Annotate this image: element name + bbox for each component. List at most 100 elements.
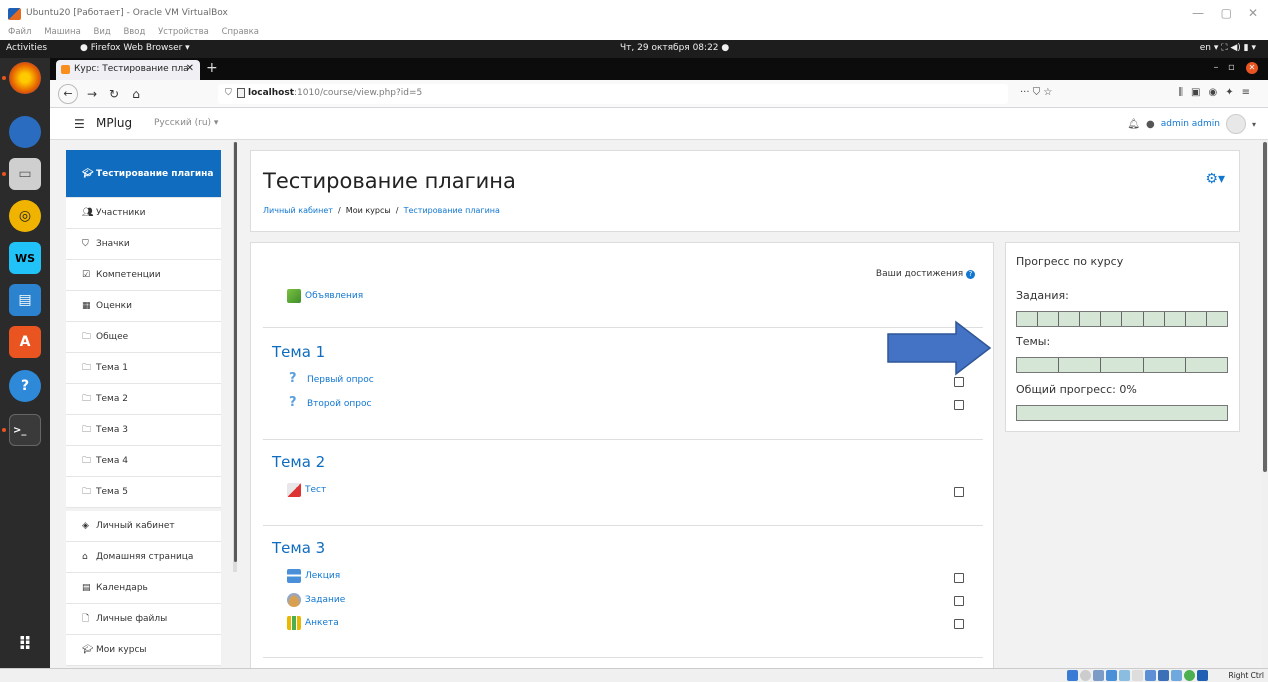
chevron-down-icon[interactable]: ▾ bbox=[1252, 120, 1256, 129]
progress-segment[interactable] bbox=[1186, 358, 1227, 372]
reload-icon[interactable]: ↻ bbox=[104, 84, 124, 104]
files-icon[interactable]: ▭ bbox=[9, 158, 41, 190]
activities-button[interactable]: Activities bbox=[6, 43, 47, 53]
mouse-integration-icon[interactable] bbox=[1184, 670, 1195, 681]
sidebar-item[interactable]: 🎓︎ Тестирование плагина bbox=[66, 150, 221, 198]
user-name[interactable]: admin admin bbox=[1161, 119, 1220, 129]
sidebar-item[interactable]: 🗀 Тема 3 bbox=[66, 415, 221, 446]
back-icon[interactable]: ← bbox=[58, 84, 78, 104]
sidebar-item[interactable]: 🗀 Общее bbox=[66, 322, 221, 353]
cpu-icon[interactable] bbox=[1171, 670, 1182, 681]
close-tab-icon[interactable]: ✕ bbox=[186, 63, 194, 74]
activity-item[interactable]: Тест bbox=[287, 483, 326, 497]
drawer-scrollbar-thumb[interactable] bbox=[234, 142, 237, 562]
help-icon[interactable]: ? bbox=[966, 270, 975, 279]
extension-icon[interactable]: ✦ bbox=[1225, 87, 1241, 98]
sidebar-item[interactable]: ⛉ Значки bbox=[66, 229, 221, 260]
sidebar-item[interactable]: 🗀 Тема 2 bbox=[66, 384, 221, 415]
progress-segment[interactable] bbox=[1080, 312, 1102, 326]
close-icon[interactable]: ✕ bbox=[1248, 6, 1258, 20]
activity-item[interactable]: Задание bbox=[287, 593, 345, 607]
progress-segment[interactable] bbox=[1059, 312, 1081, 326]
audio-icon[interactable] bbox=[1093, 670, 1104, 681]
completion-checkbox[interactable] bbox=[954, 573, 964, 583]
activity-item[interactable]: ? Первый опрос bbox=[289, 372, 374, 387]
account-icon[interactable]: ◉ bbox=[1208, 87, 1225, 98]
recording-icon[interactable] bbox=[1158, 670, 1169, 681]
thunderbird-icon[interactable] bbox=[9, 116, 41, 148]
completion-checkbox[interactable] bbox=[954, 619, 964, 629]
messages-icon[interactable]: ● bbox=[1146, 119, 1155, 130]
activity-item[interactable]: ? Второй опрос bbox=[289, 396, 371, 411]
vbox-menu-view[interactable]: Вид bbox=[94, 27, 111, 37]
achievements-link[interactable]: Ваши достижения ? bbox=[876, 269, 975, 279]
progress-segment[interactable] bbox=[1059, 358, 1102, 372]
writer-icon[interactable]: ▤ bbox=[9, 284, 41, 316]
completion-checkbox[interactable] bbox=[954, 377, 964, 387]
completion-checkbox[interactable] bbox=[954, 487, 964, 497]
progress-segment[interactable] bbox=[1144, 312, 1165, 326]
progress-segment[interactable] bbox=[1122, 312, 1144, 326]
section-title[interactable]: Тема 3 bbox=[272, 539, 325, 557]
sidebar-item[interactable]: ◈ Личный кабинет bbox=[66, 511, 221, 542]
activity-announcements[interactable]: Объявления bbox=[287, 289, 363, 303]
progress-segment[interactable] bbox=[1017, 358, 1060, 372]
sidebar-item[interactable]: ▦ Оценки bbox=[66, 291, 221, 322]
completion-checkbox[interactable] bbox=[954, 596, 964, 606]
progress-segment[interactable] bbox=[1186, 312, 1207, 326]
close-window-icon[interactable]: ✕ bbox=[1246, 62, 1258, 74]
restore-icon[interactable]: ▫ bbox=[1228, 62, 1235, 73]
sidebar-item[interactable]: 🗋 Личные файлы bbox=[66, 604, 221, 635]
site-brand[interactable]: MPlug bbox=[96, 116, 132, 130]
page-info-icon[interactable] bbox=[237, 88, 245, 98]
webstorm-icon[interactable]: WS bbox=[9, 242, 41, 274]
page-scrollbar[interactable] bbox=[1262, 140, 1268, 668]
progress-segment[interactable] bbox=[1038, 312, 1060, 326]
library-icon[interactable]: ⫼ bbox=[1178, 87, 1191, 98]
sidebar-item[interactable]: 🗀 Тема 4 bbox=[66, 446, 221, 477]
tab-course[interactable]: Курс: Тестирование пла ✕ bbox=[56, 60, 200, 80]
drawer-toggle-icon[interactable]: ☰ bbox=[74, 117, 85, 131]
progress-segment[interactable] bbox=[1207, 312, 1227, 326]
minimize-icon[interactable]: – bbox=[1213, 62, 1218, 73]
language-menu[interactable]: Русский (ru) ▾ bbox=[154, 118, 218, 128]
breadcrumb-my-courses[interactable]: Мои курсы bbox=[346, 206, 391, 215]
vbox-menu-input[interactable]: Ввод bbox=[123, 27, 145, 37]
software-center-icon[interactable]: A bbox=[9, 326, 41, 358]
pocket-icon[interactable]: ⛉ bbox=[1033, 87, 1041, 98]
rhythmbox-icon[interactable]: ◎ bbox=[9, 200, 41, 232]
menu-icon[interactable]: ≡ bbox=[1242, 87, 1258, 98]
notifications-icon[interactable]: 🔔︎ bbox=[1127, 119, 1140, 130]
vbox-menu-file[interactable]: Файл bbox=[8, 27, 31, 37]
network-icon[interactable] bbox=[1106, 670, 1117, 681]
keyboard-capture-icon[interactable] bbox=[1197, 670, 1208, 681]
bookmark-star-icon[interactable]: ☆ bbox=[1043, 87, 1052, 98]
hdd-icon[interactable] bbox=[1067, 670, 1078, 681]
minimize-icon[interactable]: — bbox=[1192, 6, 1204, 20]
activity-item[interactable]: Лекция bbox=[287, 569, 340, 583]
terminal-icon[interactable]: >_ bbox=[9, 414, 41, 446]
activity-item[interactable]: Анкета bbox=[287, 616, 339, 630]
vbox-menu-devices[interactable]: Устройства bbox=[158, 27, 209, 37]
clock[interactable]: Чт, 29 октября 08:22 ● bbox=[620, 43, 729, 53]
progress-segment[interactable] bbox=[1144, 358, 1186, 372]
completion-checkbox[interactable] bbox=[954, 400, 964, 410]
section-title[interactable]: Тема 2 bbox=[272, 453, 325, 471]
sidebar-icon[interactable]: ▣ bbox=[1191, 87, 1208, 98]
display-icon[interactable] bbox=[1145, 670, 1156, 681]
show-apps-icon[interactable]: ⠿ bbox=[9, 628, 41, 660]
gear-icon[interactable]: ⚙▾ bbox=[1205, 171, 1225, 187]
breadcrumb-course[interactable]: Тестирование плагина bbox=[404, 206, 500, 215]
sidebar-item[interactable]: 🗀 Тема 1 bbox=[66, 353, 221, 384]
progress-segment[interactable] bbox=[1017, 312, 1039, 326]
vbox-menu-machine[interactable]: Машина bbox=[44, 27, 81, 37]
firefox-icon[interactable] bbox=[9, 62, 41, 94]
usb-icon[interactable] bbox=[1119, 670, 1130, 681]
sidebar-item[interactable]: 🎓︎ Мои курсы bbox=[66, 635, 221, 666]
app-menu[interactable]: ● Firefox Web Browser ▾ bbox=[80, 43, 190, 53]
page-scrollbar-thumb[interactable] bbox=[1263, 142, 1267, 472]
new-tab-icon[interactable]: + bbox=[206, 60, 218, 76]
sidebar-item[interactable]: 🗀 Тема 5 bbox=[66, 477, 221, 508]
avatar[interactable] bbox=[1225, 114, 1246, 134]
maximize-icon[interactable]: ▢ bbox=[1221, 6, 1232, 20]
